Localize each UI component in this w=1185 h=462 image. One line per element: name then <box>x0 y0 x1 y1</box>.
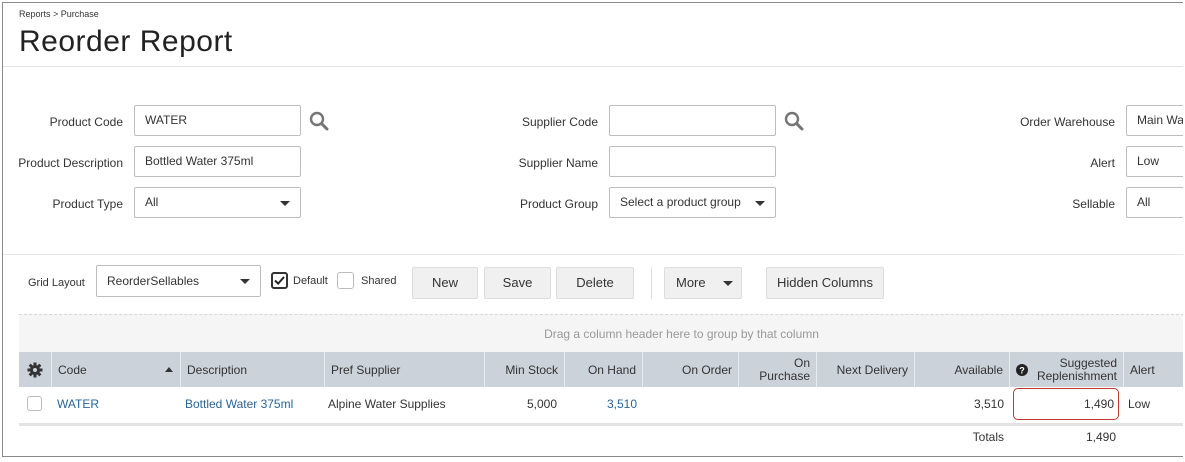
column-header-suggested-line1: Suggested <box>1059 355 1117 370</box>
supplier-code-search-icon[interactable] <box>783 110 805 132</box>
column-header-suggested-replenishment[interactable]: ? Suggested Replenishment <box>1010 352 1124 387</box>
question-circle-icon[interactable]: ? <box>1016 363 1028 376</box>
column-header-alert[interactable]: Alert <box>1124 352 1183 387</box>
chevron-down-icon <box>723 281 733 286</box>
default-label: Default <box>293 275 328 287</box>
sort-ascending-icon <box>165 367 173 372</box>
page-title: Reorder Report <box>19 25 233 58</box>
more-button[interactable]: More <box>664 267 742 299</box>
totals-value: 1,490 <box>1085 430 1116 444</box>
row-description-link[interactable]: Bottled Water 375ml <box>185 397 293 411</box>
breadcrumb[interactable]: Reports > Purchase <box>19 9 99 19</box>
row-select-checkbox[interactable] <box>27 396 42 411</box>
column-settings[interactable] <box>19 352 52 387</box>
product-code-input[interactable]: WATER <box>134 105 301 136</box>
product-description-input[interactable]: Bottled Water 375ml <box>134 146 301 177</box>
supplier-name-input[interactable] <box>609 146 776 177</box>
group-by-drop-area[interactable]: Drag a column header here to group by th… <box>19 314 1183 352</box>
hidden-columns-button[interactable]: Hidden Columns <box>766 267 884 299</box>
row-min-stock: 5,000 <box>526 397 557 411</box>
row-code-link[interactable]: WATER <box>57 397 99 411</box>
toolbar-separator <box>651 267 652 299</box>
totals-divider <box>19 423 1183 426</box>
new-button[interactable]: New <box>412 267 478 299</box>
svg-text:?: ? <box>1019 365 1025 375</box>
product-type-select[interactable]: All <box>134 187 301 218</box>
product-description-label: Product Description <box>18 156 123 170</box>
column-header-on-hand[interactable]: On Hand <box>565 352 643 387</box>
shared-checkbox[interactable] <box>337 272 354 289</box>
product-type-value: All <box>145 195 159 209</box>
column-header-on-purchase-line1: On <box>793 355 810 370</box>
row-suggested-replenishment-input[interactable]: 1,490 <box>1013 388 1119 420</box>
supplier-code-input[interactable] <box>609 105 776 136</box>
totals-label: Totals <box>972 430 1004 444</box>
column-header-pref-supplier[interactable]: Pref Supplier <box>325 352 485 387</box>
grid-layout-select[interactable]: ReorderSellables <box>96 265 261 297</box>
product-group-select[interactable]: Select a product group <box>609 187 776 218</box>
reorder-report-page: Reports > Purchase Reorder Report Produc… <box>2 2 1183 457</box>
header-divider <box>3 66 1183 67</box>
column-header-on-order[interactable]: On Order <box>643 352 739 387</box>
product-code-search-icon[interactable] <box>308 110 330 132</box>
chevron-down-icon <box>280 201 290 206</box>
chevron-down-icon <box>240 279 250 284</box>
shared-label: Shared <box>361 275 397 287</box>
supplier-name-label: Supplier Name <box>518 156 598 170</box>
row-available: 3,510 <box>973 397 1004 411</box>
alert-select[interactable]: Low <box>1126 146 1183 177</box>
column-header-next-delivery[interactable]: Next Delivery <box>817 352 915 387</box>
sellable-select[interactable]: All <box>1126 187 1183 218</box>
sellable-label: Sellable <box>1072 197 1115 211</box>
alert-label: Alert <box>1090 156 1115 170</box>
gear-icon[interactable] <box>27 362 43 378</box>
save-button[interactable]: Save <box>484 267 551 299</box>
column-header-on-purchase-line2: Purchase <box>759 368 810 383</box>
row-on-hand-link[interactable]: 3,510 <box>565 397 637 411</box>
grid-header: Code Description Pref Supplier Min Stock… <box>19 352 1183 387</box>
order-warehouse-select[interactable]: Main Wa <box>1126 105 1183 136</box>
product-group-value: Select a product group <box>620 195 741 209</box>
default-checkbox[interactable] <box>271 272 288 289</box>
toolbar-divider <box>3 254 1183 255</box>
column-header-available[interactable]: Available <box>915 352 1010 387</box>
checkmark-icon <box>274 276 285 286</box>
grid-layout-label: Grid Layout <box>28 277 85 289</box>
more-label: More <box>676 275 706 290</box>
delete-button[interactable]: Delete <box>556 267 634 299</box>
grid-layout-value: ReorderSellables <box>107 274 200 288</box>
product-group-label: Product Group <box>519 197 598 211</box>
column-header-min-stock[interactable]: Min Stock <box>485 352 565 387</box>
row-pref-supplier: Alpine Water Supplies <box>328 397 446 411</box>
column-header-code[interactable]: Code <box>52 352 181 387</box>
column-header-code-label: Code <box>58 362 87 377</box>
order-warehouse-label: Order Warehouse <box>1020 115 1115 129</box>
product-type-label: Product Type <box>52 197 124 211</box>
column-header-on-purchase[interactable]: On Purchase <box>739 352 817 387</box>
supplier-code-label: Supplier Code <box>521 115 598 129</box>
column-header-description[interactable]: Description <box>181 352 325 387</box>
chevron-down-icon <box>755 201 765 206</box>
row-alert: Low <box>1128 397 1151 411</box>
product-code-label: Product Code <box>49 115 123 129</box>
column-header-suggested-line2: Replenishment <box>1036 368 1117 383</box>
